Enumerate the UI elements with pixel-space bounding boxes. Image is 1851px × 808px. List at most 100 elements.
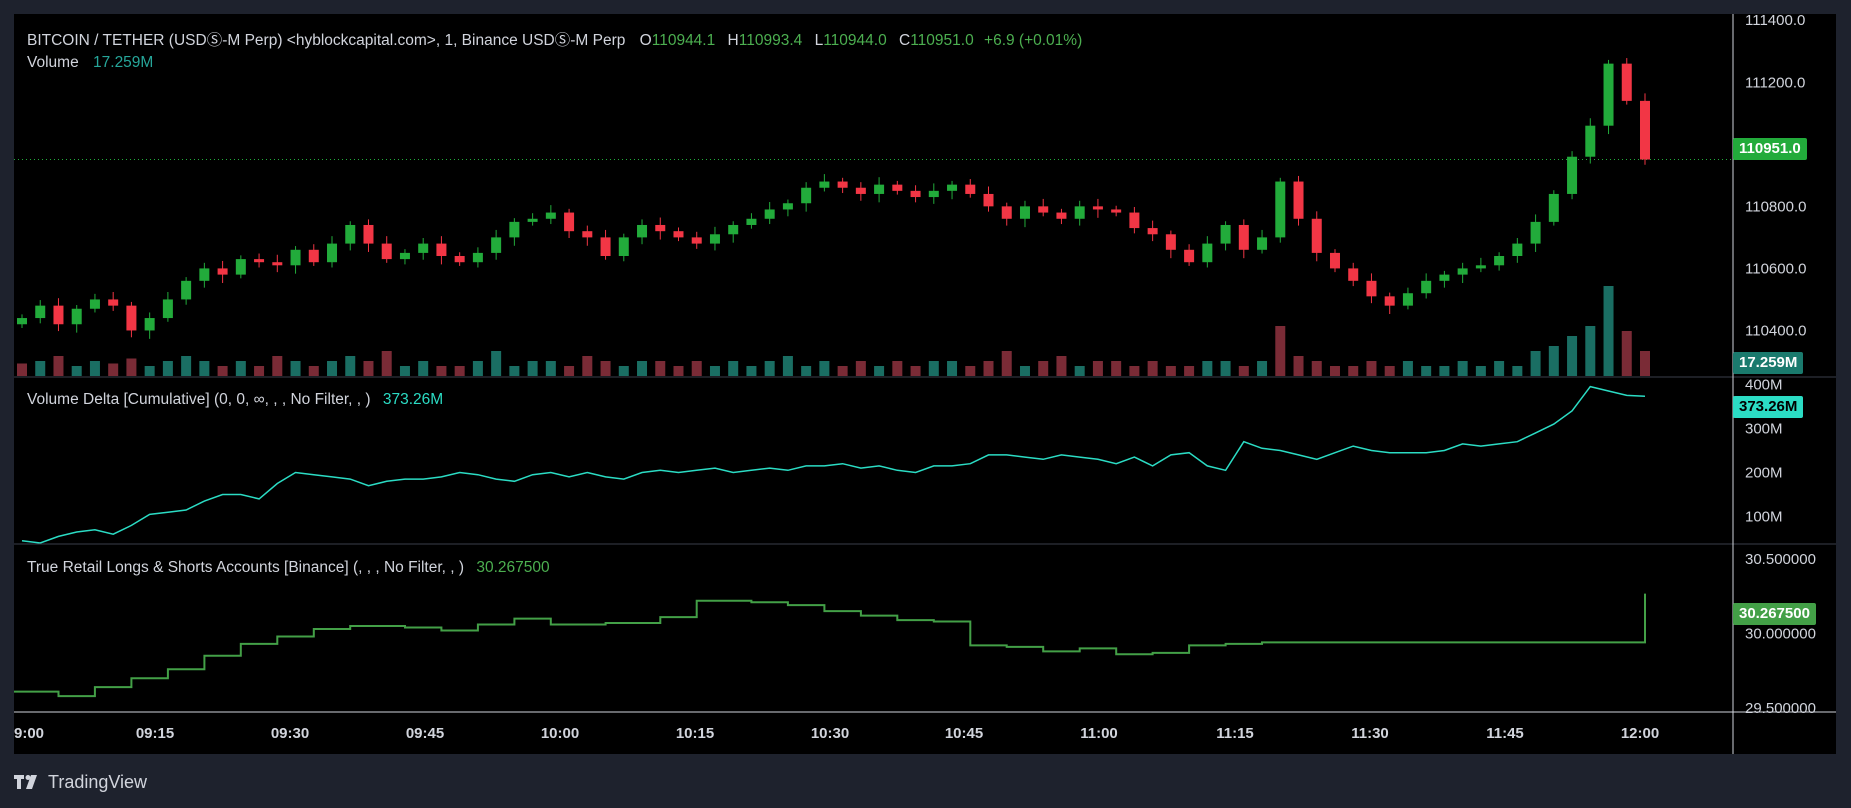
price-badge: 110951.0 xyxy=(1733,138,1807,160)
volume-bar xyxy=(1494,361,1505,376)
volume-bar xyxy=(1530,351,1541,376)
delta-title[interactable]: Volume Delta [Cumulative] (0, 0, ∞, , , … xyxy=(27,391,371,408)
candle-body xyxy=(1147,228,1158,235)
volume-bar xyxy=(618,366,629,376)
ohlc-open-label: O xyxy=(639,32,652,49)
candle-body xyxy=(144,318,155,331)
brand-name: TradingView xyxy=(48,771,148,792)
candle-body xyxy=(1293,181,1304,219)
volume-bar xyxy=(1621,331,1632,376)
candle-body xyxy=(35,305,46,319)
candle-body xyxy=(837,181,848,188)
volume-bar xyxy=(199,361,210,376)
volume-label: Volume xyxy=(27,54,79,71)
candle-body xyxy=(1457,268,1468,275)
volume-bar xyxy=(801,366,812,376)
candle-body xyxy=(855,187,866,194)
candle-body xyxy=(418,243,429,253)
retail-series-line xyxy=(14,593,1646,698)
candle-body xyxy=(527,218,538,222)
volume-bar xyxy=(1019,366,1030,376)
volume-bar xyxy=(947,361,958,376)
volume-bar xyxy=(764,361,775,376)
volume-bar xyxy=(472,361,483,376)
time-tick-label: 9:00 xyxy=(14,725,44,742)
volume-bar xyxy=(637,361,648,376)
candle-body xyxy=(947,184,958,191)
volume-bar xyxy=(1184,366,1195,376)
retail-title[interactable]: True Retail Longs & Shorts Accounts [Bin… xyxy=(27,559,464,576)
volume-bar xyxy=(746,366,757,376)
candle-body xyxy=(1311,218,1322,253)
candle-body xyxy=(491,237,502,253)
ohlc-close-label: C xyxy=(899,32,911,49)
symbol-legend[interactable]: BITCOIN / TETHER (USDⓈ-M Perp) <hyblockc… xyxy=(27,28,1082,50)
candle-body xyxy=(1603,63,1614,126)
volume-bar xyxy=(217,366,228,376)
candle-body xyxy=(327,243,338,263)
volume-bar xyxy=(272,356,283,376)
volume-bar xyxy=(874,366,885,376)
candle-body xyxy=(600,237,611,256)
candle-body xyxy=(472,252,483,263)
volume-bar xyxy=(399,366,410,376)
candle-body xyxy=(582,231,593,238)
candle-body xyxy=(1329,252,1340,269)
volume-bar xyxy=(1038,361,1049,376)
candle-body xyxy=(1421,280,1432,294)
volume-bar xyxy=(89,361,100,376)
candle-body xyxy=(217,268,228,275)
candle-body xyxy=(1402,293,1413,306)
volume-bar xyxy=(709,366,720,376)
volume-bar xyxy=(1366,361,1377,376)
candle-body xyxy=(381,243,392,260)
candle-body xyxy=(1257,237,1268,250)
y-tick-label: 30.000000 xyxy=(1745,625,1816,642)
candle-body xyxy=(399,252,410,260)
candle-body xyxy=(108,299,119,306)
candle-body xyxy=(89,299,100,309)
tradingview-logo[interactable]: TradingView xyxy=(14,770,147,794)
y-tick-label: 30.500000 xyxy=(1745,551,1816,568)
volume-bar xyxy=(1165,366,1176,376)
ohlc-open: 110944.1 xyxy=(651,32,716,49)
volume-bar xyxy=(1402,361,1413,376)
time-tick-label: 10:15 xyxy=(676,725,714,742)
volume-bar xyxy=(728,361,739,376)
candle-body xyxy=(290,249,301,266)
candle-body xyxy=(1184,249,1195,263)
candle-body xyxy=(1129,212,1140,229)
volume-bar xyxy=(910,366,921,376)
volume-bar xyxy=(655,361,666,376)
symbol-title[interactable]: BITCOIN / TETHER (USDⓈ-M Perp) <hyblockc… xyxy=(27,32,625,49)
volume-bar xyxy=(1056,356,1067,376)
candle-body xyxy=(254,259,265,263)
y-tick-label: 29.500000 xyxy=(1745,700,1816,717)
volume-bar xyxy=(1475,366,1486,376)
volume-bar xyxy=(1238,366,1249,376)
candle-body xyxy=(910,190,921,198)
volume-bar xyxy=(345,356,356,376)
candle-body xyxy=(618,237,629,256)
volume-bar xyxy=(1275,326,1286,376)
volume-bar xyxy=(545,361,556,376)
candle-body xyxy=(564,212,575,232)
delta-value: 373.26M xyxy=(382,391,444,408)
candle-body xyxy=(1494,256,1505,266)
retail-legend[interactable]: True Retail Longs & Shorts Accounts [Bin… xyxy=(27,559,550,577)
delta-legend[interactable]: Volume Delta [Cumulative] (0, 0, ∞, , , … xyxy=(27,391,443,409)
candle-body xyxy=(983,193,994,207)
volume-legend[interactable]: Volume 17.259M xyxy=(27,54,153,72)
volume-bar xyxy=(1202,361,1213,376)
volume-bar xyxy=(855,361,866,376)
volume-bar xyxy=(1457,361,1468,376)
ohlc-high-label: H xyxy=(727,32,739,49)
volume-bar xyxy=(1111,361,1122,376)
retail-badge: 30.267500 xyxy=(1733,603,1816,625)
volume-bar xyxy=(837,366,848,376)
y-tick-label: 111400.0 xyxy=(1745,12,1805,29)
candle-body xyxy=(819,181,830,188)
candle-body xyxy=(53,305,64,325)
volume-bar xyxy=(1092,361,1103,376)
ohlc-low-label: L xyxy=(814,32,824,49)
